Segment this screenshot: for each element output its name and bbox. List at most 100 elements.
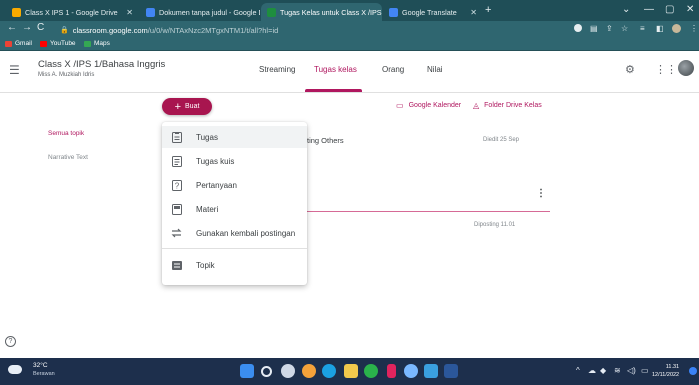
user-avatar[interactable]: [678, 60, 694, 76]
show-hidden-icons-chevron-icon[interactable]: ^: [576, 366, 580, 375]
bookmark-star-icon[interactable]: ☆: [621, 24, 628, 33]
minimize-icon[interactable]: —: [644, 4, 654, 15]
create-button[interactable]: + Buat: [162, 98, 212, 115]
menu-item-label: Topik: [196, 260, 215, 270]
maps-icon: [84, 40, 91, 47]
notification-badge[interactable]: [689, 367, 697, 375]
google-docs-icon: [146, 7, 155, 17]
close-tab-icon[interactable]: ✕: [122, 8, 133, 17]
menu-item-tugas-kuis[interactable]: Tugas kuis: [162, 150, 307, 172]
menu-divider: [162, 248, 307, 249]
browser-tab-translate[interactable]: Google Translate ✕: [383, 3, 483, 21]
tab-label: Class X IPS 1 - Google Drive: [25, 7, 118, 17]
tab-label: Dokumen tanpa judul - Google Do: [159, 7, 260, 17]
search-icon[interactable]: [261, 366, 272, 377]
google-lens-icon[interactable]: [574, 24, 582, 32]
menu-item-pertanyaan[interactable]: ? Pertanyaan: [162, 174, 307, 196]
create-button-label: Buat: [185, 103, 200, 110]
more-menu-icon[interactable]: ⋮: [690, 24, 698, 33]
tab-label: Tugas Kelas untuk Class X /IPS 1: [280, 7, 382, 17]
classroom-header: ☰ Class X /IPS 1/Bahasa Inggris Miss A. …: [0, 51, 699, 93]
system-clock[interactable]: 11.31 12/11/2022: [652, 363, 679, 379]
topic-narrative-text[interactable]: Narrative Text: [48, 154, 88, 161]
weather-temperature[interactable]: 32°C: [33, 362, 48, 369]
menu-item-materi[interactable]: Materi: [162, 198, 307, 220]
chrome-browser-icon[interactable]: [364, 364, 378, 378]
url-path: /u/0/w/NTAxNzc2MTgxNTM1/t/all?hl=id: [147, 25, 279, 35]
clock-date: 12/11/2022: [652, 372, 680, 378]
assignment-edited-date: Diedit 25 Sep: [483, 137, 520, 143]
wifi-icon[interactable]: ≋: [614, 366, 621, 375]
back-icon[interactable]: ←: [7, 22, 17, 33]
menu-item-label: Materi: [196, 204, 219, 214]
browser-tab-strip: Class X IPS 1 - Google Drive ✕ Dokumen t…: [0, 0, 699, 21]
translate-page-icon[interactable]: ▤: [590, 24, 598, 33]
svg-text:?: ?: [174, 181, 179, 190]
youtube-icon: [40, 40, 47, 47]
edge-browser-icon[interactable]: [322, 364, 336, 378]
menu-item-label: Pertanyaan: [196, 180, 237, 190]
bookmark-gmail[interactable]: Gmail: [5, 40, 32, 47]
hamburger-menu-icon[interactable]: ☰: [9, 63, 20, 77]
topic-divider: [280, 211, 550, 212]
browser-tab-classroom[interactable]: Tugas Kelas untuk Class X /IPS 1 ✕: [261, 3, 382, 21]
class-title[interactable]: Class X /IPS 1/Bahasa Inggris: [38, 59, 165, 70]
bookmark-youtube[interactable]: YouTube: [40, 40, 76, 47]
gmail-icon: [5, 40, 12, 47]
material-icon: [171, 203, 182, 215]
topic-all[interactable]: Semua topik: [48, 130, 84, 137]
maximize-icon[interactable]: ▢: [665, 4, 674, 15]
forward-icon[interactable]: →: [22, 22, 32, 33]
chat-icon[interactable]: [281, 364, 295, 378]
google-apps-grid-icon[interactable]: ⋮⋮: [655, 63, 677, 76]
reload-icon[interactable]: C: [37, 22, 44, 33]
chrome-active-icon[interactable]: [404, 364, 418, 378]
post-timestamp: Diposting 11.01: [474, 222, 516, 228]
bookmark-maps[interactable]: Maps: [84, 40, 110, 47]
class-settings-gear-icon[interactable]: ⚙: [625, 63, 635, 76]
google-drive-icon: [12, 7, 21, 17]
weather-cloud-icon[interactable]: [8, 365, 22, 374]
media-app-icon[interactable]: [387, 364, 396, 378]
topic-more-options-icon[interactable]: ⋮: [536, 188, 546, 199]
help-icon[interactable]: ?: [5, 336, 16, 347]
address-bar[interactable]: 🔒 classroom.google.com /u/0/w/NTAxNzc2MT…: [60, 23, 560, 37]
share-icon[interactable]: ⇪: [606, 24, 613, 33]
menu-item-gunakan-kembali[interactable]: Gunakan kembali postingan: [162, 222, 307, 244]
cloud-sync-icon[interactable]: ☁: [588, 366, 596, 375]
menu-item-label: Tugas kuis: [196, 156, 235, 166]
new-tab-icon[interactable]: +: [485, 4, 491, 16]
browser-tab-drive[interactable]: Class X IPS 1 - Google Drive ✕: [6, 3, 139, 21]
reading-list-icon[interactable]: ≡: [640, 24, 645, 33]
file-explorer-icon[interactable]: [344, 364, 358, 378]
tab-tugas-kelas[interactable]: Tugas kelas: [314, 65, 357, 74]
close-tab-icon[interactable]: ✕: [466, 8, 477, 17]
question-icon: ?: [171, 179, 182, 191]
start-windows-icon[interactable]: [240, 364, 254, 378]
tab-orang[interactable]: Orang: [382, 65, 404, 74]
google-calendar-link[interactable]: ▭ Google Kalender: [396, 101, 461, 110]
create-dropdown-menu: Tugas Tugas kuis ? Pertanyaan Materi Gun…: [162, 122, 307, 285]
assignment-title[interactable]: ting Others: [307, 136, 344, 145]
windows-taskbar: 32°C Berawan ^ ☁ ◆ ≋ ◁) ▭ 11.31 12/11/20…: [0, 358, 699, 385]
profile-avatar[interactable]: [672, 24, 681, 33]
tab-nilai[interactable]: Nilai: [427, 65, 443, 74]
calendar-icon: ▭: [396, 101, 404, 110]
network-icon[interactable]: ◆: [600, 366, 606, 375]
class-drive-folder-link[interactable]: ◬ Folder Drive Kelas: [473, 101, 542, 110]
battery-icon[interactable]: ▭: [641, 366, 649, 375]
menu-item-topik[interactable]: Topik: [162, 254, 307, 276]
word-app-icon[interactable]: [444, 364, 458, 378]
store-app-icon[interactable]: [424, 364, 438, 378]
side-panel-icon[interactable]: ◧: [656, 24, 664, 33]
close-window-icon[interactable]: ✕: [686, 4, 694, 15]
browser-tab-docs[interactable]: Dokumen tanpa judul - Google Do ✕: [140, 3, 260, 21]
browser-toolbar: ← → C 🔒 classroom.google.com /u/0/w/NTAx…: [0, 21, 699, 39]
clock-time: 11.31: [665, 364, 680, 370]
tab-search-icon[interactable]: ⌄: [622, 4, 630, 15]
weather-condition[interactable]: Berawan: [33, 371, 55, 377]
menu-item-tugas[interactable]: Tugas: [162, 126, 307, 148]
volume-icon[interactable]: ◁): [627, 366, 636, 375]
tab-streaming[interactable]: Streaming: [259, 65, 295, 74]
paint-app-icon[interactable]: [302, 364, 316, 378]
